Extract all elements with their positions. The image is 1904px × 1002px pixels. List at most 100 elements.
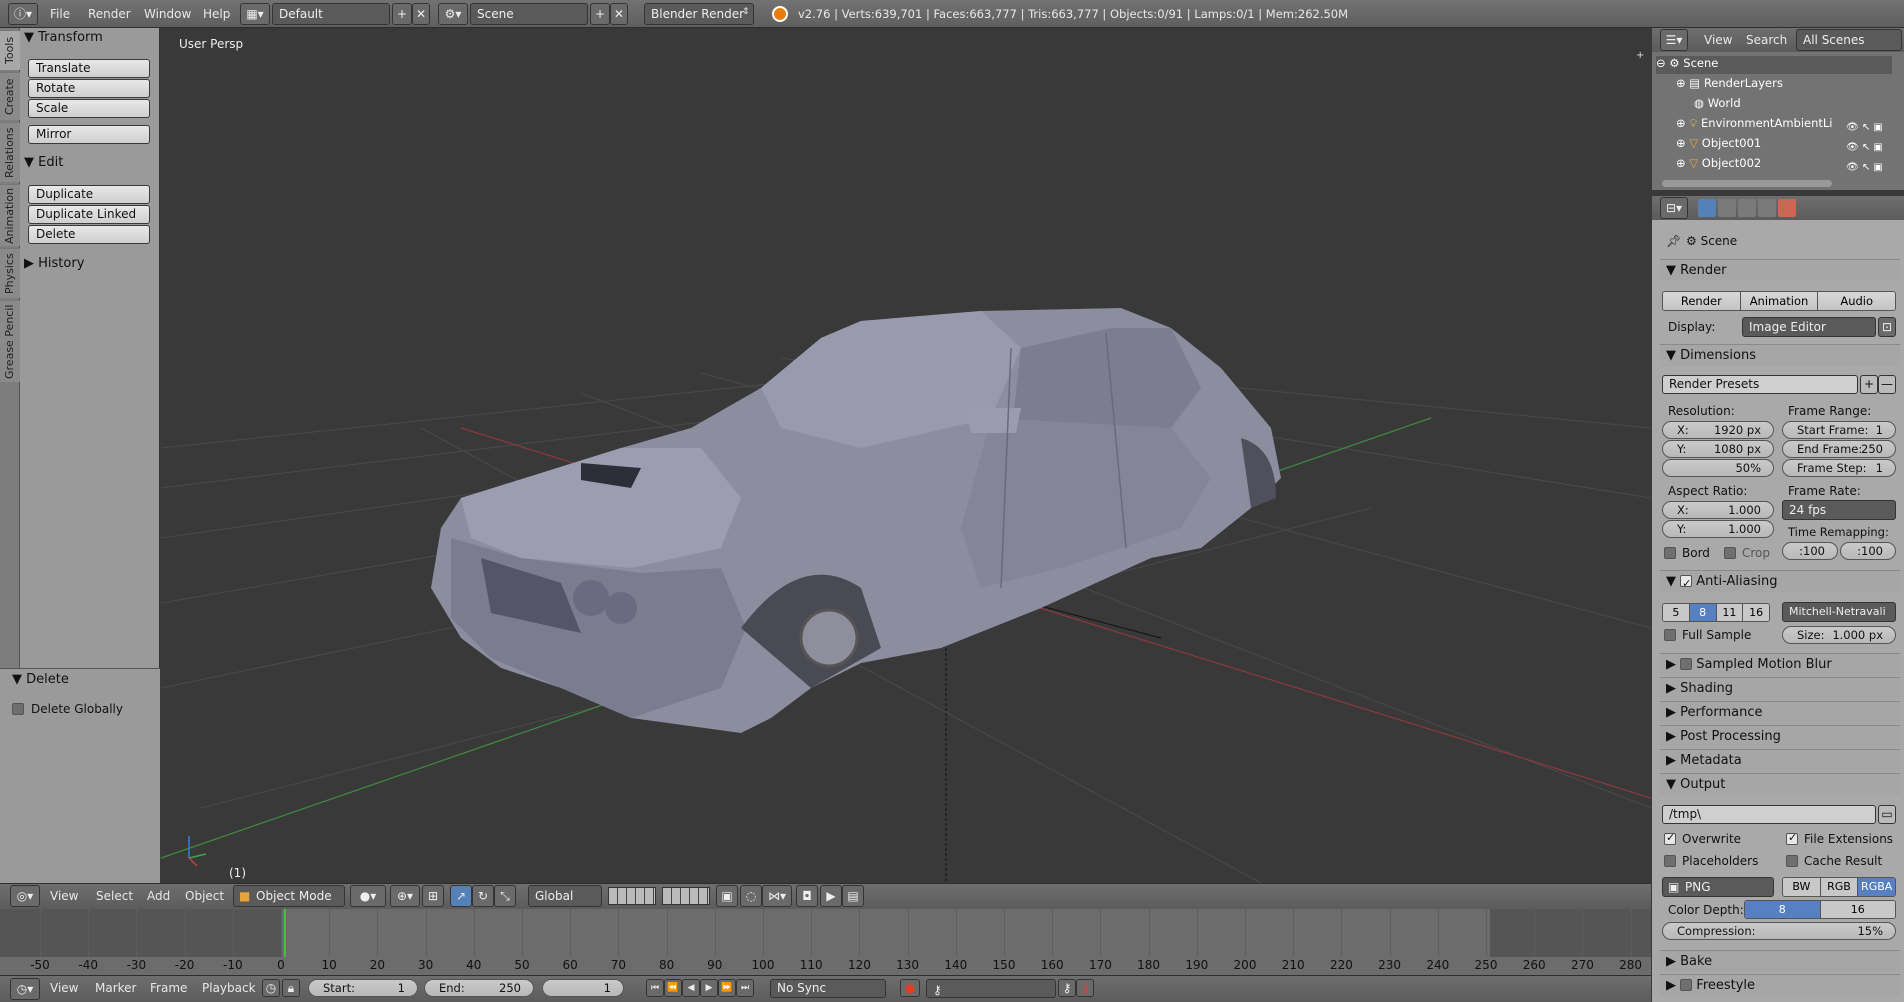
motion-blur-checkbox[interactable] (1680, 658, 1693, 670)
performance-section[interactable]: ▶ Performance (1660, 701, 1900, 723)
record-icon[interactable]: ● (900, 979, 920, 997)
jump-end-icon[interactable]: ⏭ (736, 979, 754, 997)
manipulator-toggle-icon[interactable]: ⊞ (422, 885, 444, 907)
outliner-row-world[interactable]: ◍ World (1694, 96, 1892, 114)
menu-file[interactable]: File (50, 0, 70, 28)
resolution-percent-field[interactable]: 50% (1662, 459, 1774, 477)
menu-help[interactable]: Help (203, 0, 230, 28)
insert-keyframe-icon[interactable]: ⚷ (1058, 979, 1076, 997)
outliner-row-object001[interactable]: ⊕ ▽ Object001 (1676, 136, 1844, 154)
outliner-filter-select[interactable]: All Scenes (1796, 29, 1902, 51)
display-select[interactable]: Image Editor (1742, 317, 1876, 337)
viewport-menu-select[interactable]: Select (96, 883, 133, 911)
render-tab-icon[interactable] (1698, 199, 1716, 217)
delete-globally-checkbox[interactable] (12, 703, 24, 715)
color-mode-bw[interactable]: BW (1783, 878, 1821, 896)
lock-display-icon[interactable]: ⊡ (1878, 317, 1896, 337)
bake-section[interactable]: ▶ Bake (1660, 950, 1900, 972)
output-section-header[interactable]: ▼ Output (1660, 773, 1900, 795)
render-animation-button[interactable]: Animation (1740, 292, 1819, 310)
snap-icon[interactable]: ⋈▾ (762, 885, 792, 907)
tab-tools[interactable]: Tools (0, 30, 20, 70)
world-tab-icon[interactable] (1758, 199, 1776, 217)
sampled-motion-blur-section[interactable]: ▶ Sampled Motion Blur (1660, 653, 1900, 675)
keying-set-field[interactable]: ⚷ (926, 979, 1056, 998)
tab-physics[interactable]: Physics (0, 248, 20, 298)
3d-viewport[interactable] (161, 28, 1651, 883)
outliner-scrollbar[interactable] (1662, 180, 1832, 187)
freestyle-section[interactable]: ▶ Freestyle (1660, 974, 1900, 996)
color-depth-16[interactable]: 16 (1820, 901, 1895, 918)
outliner-row-scene[interactable]: ⊖ ⚙ Scene (1656, 56, 1892, 74)
color-mode-rgba[interactable]: RGBA (1858, 878, 1895, 896)
play-icon[interactable]: ▶ (700, 979, 718, 997)
aa-sample-5[interactable]: 5 (1663, 604, 1690, 621)
timeline-menu-frame[interactable]: Frame (150, 975, 187, 1002)
editor-type-3d-button[interactable]: ◎▾ (10, 885, 40, 907)
sync-mode-select[interactable]: No Sync (770, 979, 886, 998)
full-sample-checkbox[interactable] (1664, 629, 1676, 641)
current-frame-field[interactable]: 1 (542, 979, 624, 997)
color-depth-8[interactable]: 8 (1745, 901, 1821, 918)
timeline-menu-playback[interactable]: Playback (202, 975, 256, 1002)
scale-manipulator-icon[interactable]: ⤡ (494, 885, 516, 907)
playhead-marker[interactable] (284, 909, 286, 957)
start-frame-field[interactable]: Start Frame: 1 (1782, 421, 1896, 439)
resolution-x-field[interactable]: X: 1920 px (1662, 421, 1774, 439)
render-engine-select[interactable]: Blender Render (644, 3, 754, 25)
tab-grease-pencil[interactable]: Grease Pencil (0, 300, 20, 382)
layers-grid-2[interactable] (662, 887, 710, 905)
frame-step-field[interactable]: Frame Step: 1 (1782, 459, 1896, 477)
anti-aliasing-section-header[interactable]: ▼ Anti-Aliasing (1660, 570, 1900, 595)
play-reverse-icon[interactable]: ◀ (682, 979, 700, 997)
post-processing-section[interactable]: ▶ Post Processing (1660, 725, 1900, 747)
overwrite-checkbox[interactable] (1664, 831, 1676, 845)
tab-create[interactable]: Create (0, 72, 20, 120)
border-checkbox[interactable] (1664, 547, 1676, 559)
delete-button[interactable]: Delete (28, 225, 150, 244)
aspect-y-field[interactable]: Y: 1.000 (1662, 520, 1774, 538)
lock-layers-icon[interactable]: ▣ (716, 885, 738, 907)
color-mode-rgb[interactable]: RGB (1820, 878, 1859, 896)
aa-sample-11[interactable]: 11 (1716, 604, 1744, 621)
timeline-menu-view[interactable]: View (50, 975, 78, 1002)
crop-checkbox[interactable] (1724, 547, 1736, 559)
render-layers-tab-icon[interactable] (1718, 199, 1736, 217)
texture-tab-icon[interactable] (1778, 199, 1796, 217)
operator-panel-header[interactable]: ▼ Delete (12, 672, 69, 687)
render-section-header[interactable]: ▼ Render (1660, 259, 1900, 281)
cache-result-checkbox[interactable] (1786, 855, 1798, 867)
history-panel-header[interactable]: ▶ History (24, 256, 84, 271)
editor-type-timeline-button[interactable]: ◷▾ (10, 978, 40, 1000)
file-extensions-checkbox[interactable] (1786, 831, 1798, 845)
viewport-menu-object[interactable]: Object (185, 883, 224, 911)
viewport-corner-icon[interactable]: + (1636, 50, 1644, 61)
timeline-start-field[interactable]: Start: 1 (308, 979, 418, 997)
pin-icon[interactable]: 📌︎ (1666, 234, 1681, 248)
compression-field[interactable]: Compression: 15% (1662, 922, 1896, 940)
dimensions-section-header[interactable]: ▼ Dimensions (1660, 344, 1900, 366)
editor-type-info-button[interactable]: ⓘ▾ (8, 3, 38, 25)
preview-range-icon[interactable]: ◷ (262, 979, 280, 997)
render-opengl-icon[interactable]: ▶ (820, 885, 842, 907)
translate-button[interactable]: Translate (28, 59, 150, 78)
duplicate-button[interactable]: Duplicate (28, 185, 150, 204)
aa-sample-8[interactable]: 8 (1689, 604, 1717, 621)
render-presets-select[interactable]: Render Presets (1662, 375, 1858, 394)
editor-type-outliner-button[interactable]: ☰▾ (1660, 29, 1688, 51)
render-audio-button[interactable]: Audio (1818, 292, 1895, 310)
output-path-field[interactable]: /tmp\ (1662, 805, 1876, 824)
end-frame-field[interactable]: End Frame: 250 (1782, 440, 1896, 458)
render-image-button[interactable]: Render (1663, 292, 1741, 310)
rotate-manipulator-icon[interactable]: ↻ (472, 885, 494, 907)
jump-keyframe-forward-icon[interactable]: ⏩ (718, 979, 736, 997)
frame-rate-select[interactable]: 24 fps (1782, 500, 1896, 520)
edit-panel-header[interactable]: ▼ Edit (24, 155, 63, 170)
scale-button[interactable]: Scale (28, 99, 150, 118)
timeline-end-field[interactable]: End: 250 (424, 979, 534, 997)
outliner-row-environment[interactable]: ⊕ 💡︎ EnvironmentAmbientLi (1676, 116, 1844, 134)
file-format-select[interactable]: ▣ PNG (1662, 877, 1774, 897)
shading-mode-icon[interactable]: ●▾ (350, 885, 386, 907)
aspect-x-field[interactable]: X: 1.000 (1662, 501, 1774, 519)
proportional-edit-icon[interactable]: ◌ (740, 885, 762, 907)
